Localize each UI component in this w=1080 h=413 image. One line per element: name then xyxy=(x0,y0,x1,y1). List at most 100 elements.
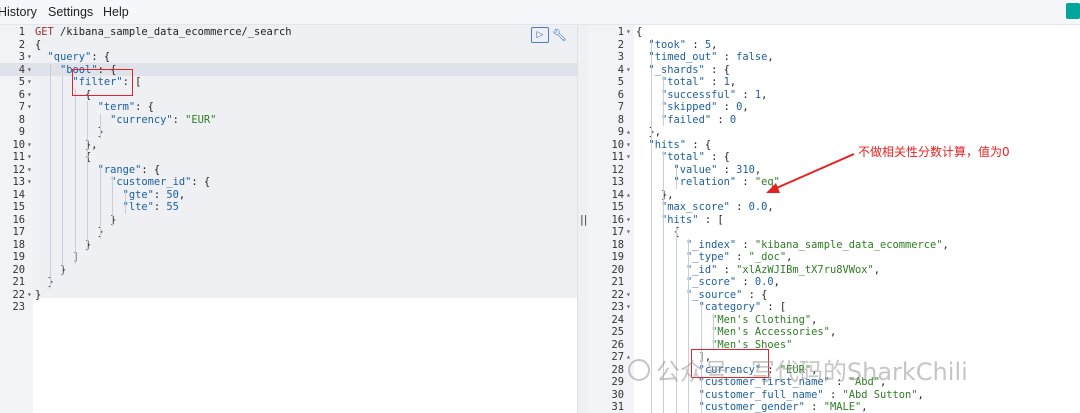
indent-guide xyxy=(713,313,714,351)
code-token: } xyxy=(35,288,42,301)
fold-toggle-icon[interactable]: ▾ xyxy=(27,76,32,89)
menu-history[interactable]: History xyxy=(0,5,37,19)
code-token: , xyxy=(942,238,949,251)
line-number: 22 xyxy=(611,288,624,301)
fold-toggle-icon[interactable]: ▾ xyxy=(27,101,32,114)
code-token: , xyxy=(711,38,718,51)
code-text: "hits" : { xyxy=(636,138,712,152)
line-number: 2 xyxy=(18,38,25,51)
fold-toggle-icon[interactable]: ▴ xyxy=(626,126,631,139)
line-number: 1 xyxy=(617,26,624,38)
menu-bar: History Settings Help xyxy=(0,0,1080,25)
code-token: "total" xyxy=(661,76,705,88)
code-token: : { xyxy=(686,138,712,151)
wrench-icon[interactable]: 🔧︎ xyxy=(552,27,568,43)
code-token: "_shards" xyxy=(648,63,705,76)
code-text: "lte": 55 xyxy=(35,201,179,214)
code-text: "_source" : { xyxy=(636,289,767,302)
code-token: : xyxy=(823,388,843,401)
play-triangle-icon[interactable]: ▷ xyxy=(531,27,549,43)
corner-button[interactable] xyxy=(1066,3,1080,19)
code-text: }, xyxy=(636,189,674,202)
code-token: { xyxy=(35,38,42,51)
line-number: 21 xyxy=(611,276,624,288)
fold-toggle-icon[interactable]: ▾ xyxy=(626,26,631,39)
code-token: "_score" xyxy=(686,276,737,288)
line-number: 11 xyxy=(611,151,624,163)
code-token: "lte" xyxy=(122,201,154,213)
code-token: : xyxy=(736,238,755,251)
fold-toggle-icon[interactable]: ▾ xyxy=(626,214,631,227)
code-token: "took" xyxy=(648,38,687,51)
fold-toggle-icon[interactable]: ▾ xyxy=(27,89,32,102)
fold-toggle-icon[interactable]: ▾ xyxy=(27,139,32,152)
indent-guide xyxy=(124,188,126,214)
code-token: false xyxy=(736,51,768,63)
code-text: "Men's Accessories", xyxy=(636,326,836,339)
code-text: ] xyxy=(35,251,79,264)
line-number: 17 xyxy=(12,226,25,238)
code-token: , xyxy=(178,188,186,201)
line-number: 20 xyxy=(611,263,624,276)
code-token: , xyxy=(773,276,780,288)
line-number: 12 xyxy=(12,163,25,176)
code-token: { xyxy=(636,26,643,38)
code-token: 55 xyxy=(166,201,179,213)
fold-toggle-icon[interactable]: ▴ xyxy=(626,189,631,202)
code-token: : xyxy=(717,101,737,113)
fold-toggle-icon[interactable]: ▾ xyxy=(626,64,631,77)
line-number: 12 xyxy=(611,163,624,176)
fold-toggle-icon[interactable]: ▾ xyxy=(27,176,32,189)
code-text: "gte": 50, xyxy=(35,188,186,202)
fold-toggle-icon[interactable]: ▾ xyxy=(626,226,631,239)
fold-toggle-icon[interactable]: ▾ xyxy=(27,51,32,64)
line-number: 10 xyxy=(12,138,25,151)
code-token: "Men's Clothing" xyxy=(711,313,812,326)
code-text: "max_score" : 0.0, xyxy=(636,201,774,214)
indent-guide xyxy=(675,163,677,189)
code-token: "Abd Sutton" xyxy=(842,388,918,401)
code-text: GET /kibana_sample_data_ecommerce/_searc… xyxy=(35,26,292,39)
fold-toggle-icon[interactable]: ▾ xyxy=(626,139,631,152)
code-token: : xyxy=(711,113,730,126)
fold-toggle-icon[interactable]: ▾ xyxy=(626,289,631,302)
code-token: : { xyxy=(135,101,154,113)
code-token: "query" xyxy=(47,51,92,63)
line-number: 8 xyxy=(18,113,25,126)
line-number: 9 xyxy=(617,126,624,138)
fold-toggle-icon[interactable]: ▾ xyxy=(27,151,32,164)
annotation-text: 不做相关性分数计算，值为0 xyxy=(858,145,1010,159)
code-text: { xyxy=(35,151,91,164)
code-token: "_id" xyxy=(686,263,718,276)
fold-toggle-icon[interactable]: ▾ xyxy=(626,151,631,164)
code-token: } xyxy=(35,226,104,238)
code-text: } xyxy=(35,214,116,227)
code-text: "_score" : 0.0, xyxy=(636,276,780,289)
code-token: "customer_id" xyxy=(110,176,192,188)
fold-toggle-icon[interactable]: ▾ xyxy=(27,164,32,177)
code-token: }, xyxy=(636,188,674,201)
code-token: "gte" xyxy=(122,188,154,201)
code-token: : { xyxy=(742,288,768,301)
fold-toggle-icon[interactable]: ▾ xyxy=(27,289,32,302)
code-token: }, xyxy=(35,138,98,151)
line-number: 31 xyxy=(611,401,624,413)
code-token: "skipped" xyxy=(661,101,718,113)
code-text: }, xyxy=(636,126,662,139)
line-number: 14 xyxy=(12,188,25,201)
indent-guide xyxy=(112,176,113,226)
code-token: "hits" xyxy=(661,213,699,226)
line-number: 1 xyxy=(18,26,25,38)
menu-settings[interactable]: Settings xyxy=(48,5,93,19)
menu-help[interactable]: Help xyxy=(103,5,129,19)
fold-toggle-icon[interactable]: ▾ xyxy=(626,301,631,314)
fold-toggle-icon[interactable]: ▾ xyxy=(27,64,32,77)
